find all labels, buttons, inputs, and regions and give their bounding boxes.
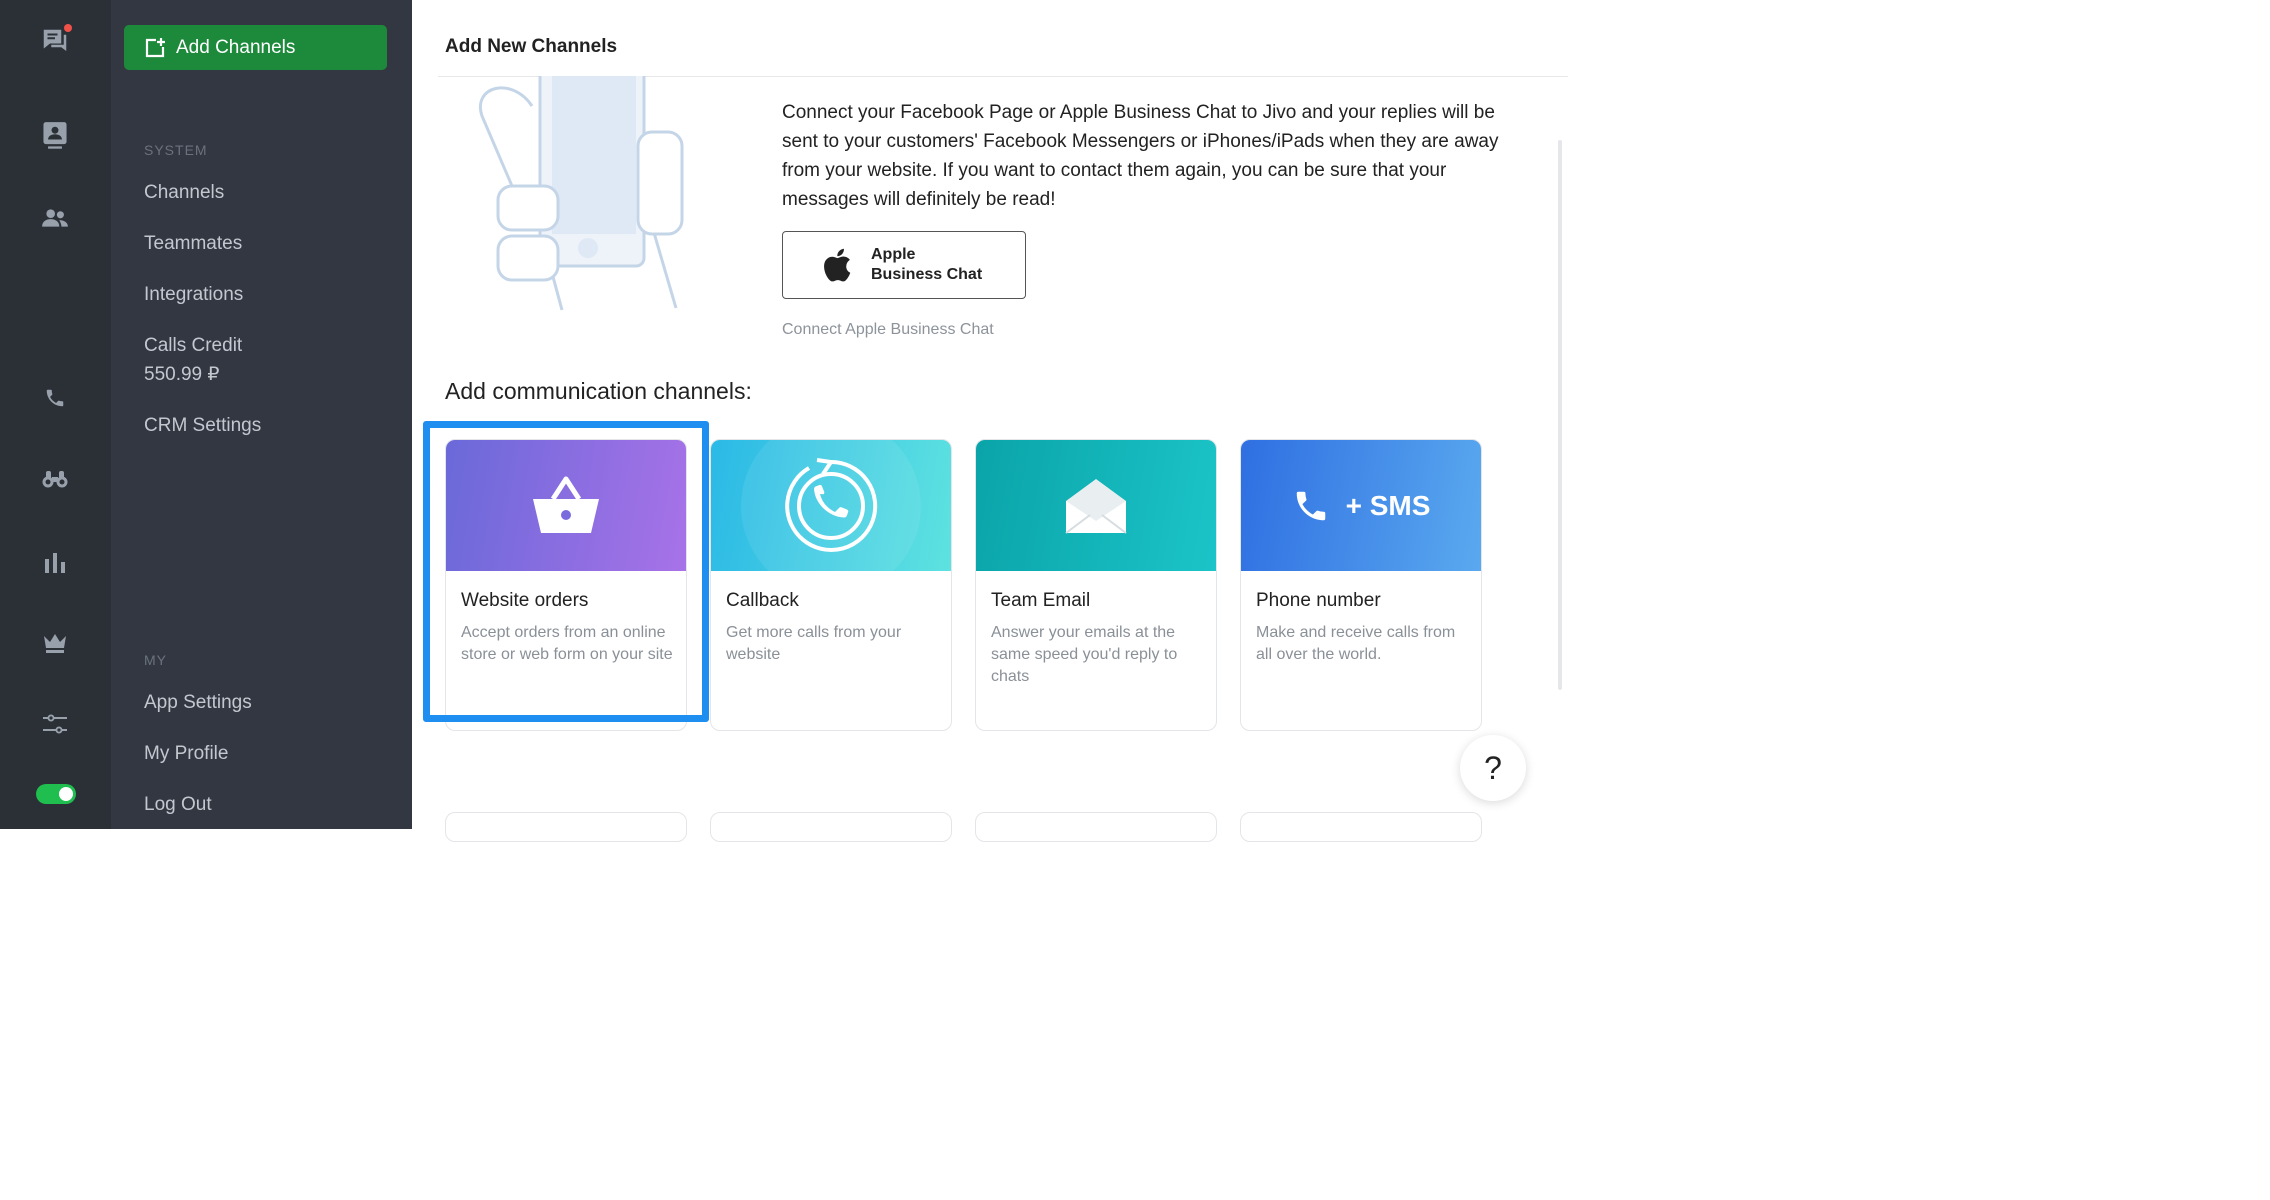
sidebar-item-crm-settings[interactable]: CRM Settings — [144, 411, 261, 440]
channels-description: Connect your Facebook Page or Apple Busi… — [782, 102, 1499, 210]
channel-card-callback[interactable]: Callback Get more calls from your websit… — [710, 439, 952, 731]
scrollbar[interactable] — [1558, 140, 1562, 690]
add-channels-label: Add Channels — [176, 36, 296, 58]
card-hero: + SMS — [1241, 440, 1481, 571]
apple-button-line2: Business Chat — [871, 266, 983, 283]
card-description: Get more calls from your website — [726, 624, 902, 663]
channel-card-website-orders[interactable]: Website orders Accept orders from an onl… — [445, 439, 687, 731]
sidebar-item-log-out[interactable]: Log Out — [144, 790, 212, 819]
add-channels-button[interactable]: Add Channels — [124, 25, 387, 70]
card-hero — [711, 440, 951, 571]
chat-icon[interactable] — [38, 24, 72, 58]
card-hero — [446, 440, 686, 571]
channel-card-placeholder[interactable] — [1240, 812, 1482, 842]
contacts-icon[interactable] — [38, 119, 72, 153]
my-heading: MY — [144, 652, 167, 668]
sidebar-item-teammates[interactable]: Teammates — [144, 229, 242, 258]
main-content: Add New Channels Connect your Facebook P… — [412, 0, 1568, 842]
online-status-toggle[interactable] — [36, 784, 76, 804]
card-hero — [976, 440, 1216, 571]
connect-apple-link[interactable]: Connect Apple Business Chat — [782, 321, 994, 339]
channel-card-placeholder[interactable] — [445, 812, 687, 842]
icon-rail — [0, 0, 111, 829]
card-title: Website orders — [461, 590, 589, 611]
apple-business-chat-button[interactable]: Apple Business Chat — [782, 231, 1026, 299]
envelope-icon — [1065, 478, 1127, 534]
channel-card-phone-number[interactable]: + SMS Phone number Make and receive call… — [1240, 439, 1482, 731]
card-description: Make and receive calls from all over the… — [1256, 624, 1456, 663]
apple-logo-icon — [824, 248, 851, 282]
add-square-icon — [145, 37, 165, 57]
phone-icon[interactable] — [38, 381, 72, 415]
section-title: Add communication channels: — [445, 378, 752, 404]
binoculars-icon[interactable] — [38, 462, 72, 496]
settings-sliders-icon[interactable] — [38, 707, 72, 741]
basket-icon — [533, 476, 599, 533]
apple-button-line1: Apple — [871, 246, 916, 263]
team-icon[interactable] — [38, 201, 72, 235]
card-description: Accept orders from an online store or we… — [461, 624, 673, 663]
analytics-icon[interactable] — [38, 545, 72, 579]
card-title: Team Email — [991, 590, 1091, 611]
sidebar-item-app-settings[interactable]: App Settings — [144, 688, 252, 717]
channel-card-placeholder[interactable] — [710, 812, 952, 842]
notification-dot — [64, 24, 72, 32]
settings-sidebar: Add Channels SYSTEM Channels Teammates I… — [111, 0, 412, 829]
help-button[interactable]: ? — [1460, 735, 1526, 801]
system-heading: SYSTEM — [144, 142, 208, 158]
calls-credit-label: Calls Credit — [144, 335, 243, 356]
sidebar-item-integrations[interactable]: Integrations — [144, 280, 243, 309]
channel-card-placeholder[interactable] — [975, 812, 1217, 842]
crown-icon[interactable] — [38, 626, 72, 660]
sms-badge: + SMS — [1345, 489, 1431, 521]
calls-credit-amount: 550.99 ₽ — [144, 364, 220, 385]
card-title: Callback — [726, 590, 799, 611]
phone-hand-illustration — [478, 76, 684, 311]
sidebar-item-my-profile[interactable]: My Profile — [144, 739, 228, 768]
card-title: Phone number — [1256, 590, 1381, 611]
card-description: Answer your emails at the same speed you… — [991, 624, 1178, 685]
page-title: Add New Channels — [445, 36, 618, 57]
sidebar-item-calls-credit[interactable]: Calls Credit 550.99 ₽ — [144, 331, 242, 389]
sidebar-item-channels[interactable]: Channels — [144, 178, 224, 207]
phone-sms-icon — [1296, 491, 1325, 520]
channel-card-team-email[interactable]: Team Email Answer your emails at the sam… — [975, 439, 1217, 731]
